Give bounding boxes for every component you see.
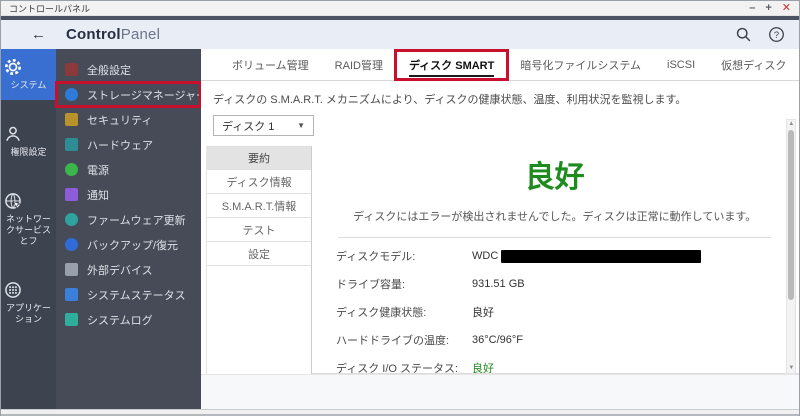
tab-encrypted-filesystem[interactable]: 暗号化ファイルシステム [507, 51, 654, 79]
panel-footer [201, 374, 800, 409]
titlebar: コントロールパネル – + ✕ [1, 1, 799, 16]
control-panel-window: コントロールパネル – + ✕ ← ControlPanel ? システム 権限… [0, 0, 800, 416]
chevron-down-icon: ▼ [297, 121, 305, 130]
main-content: ボリューム管理 RAID管理 ディスク SMART 暗号化ファイルシステム iS… [201, 48, 800, 409]
rail-item-label: 権限設定 [10, 147, 47, 157]
storage-manager-icon [65, 88, 78, 101]
health-message: ディスクにはエラーが検出されませんでした。ディスクは正常に動作しています。 [353, 211, 757, 223]
rail-item-label: アプリケーション [5, 303, 51, 324]
page-title-light: Panel [120, 26, 161, 43]
tab-iscsi[interactable]: iSCSI [654, 53, 708, 77]
submenu-item-smart-info[interactable]: S.M.A.R.T.情報 [207, 194, 311, 218]
general-settings-icon [65, 63, 78, 76]
rail-item-privilege[interactable]: 権限設定 [1, 116, 56, 167]
hardware-icon [65, 138, 78, 151]
sidebar-item-security[interactable]: セキュリティ [56, 107, 201, 132]
submenu-item-disk-info[interactable]: ディスク情報 [207, 170, 311, 194]
rail-item-applications[interactable]: アプリケーション [1, 272, 56, 334]
sidebar-item-general-settings[interactable]: 全般設定 [56, 57, 201, 82]
sidebar-item-system-status[interactable]: システムステータス [56, 282, 201, 307]
maximize-button[interactable]: + [765, 2, 771, 14]
sidebar-item-system-logs[interactable]: システムログ [56, 307, 201, 332]
smart-submenu: 要約 ディスク情報 S.M.A.R.T.情報 テスト 設定 [206, 146, 312, 374]
submenu-item-summary[interactable]: 要約 [207, 146, 311, 170]
external-device-icon [65, 263, 78, 276]
tab-virtual-disk[interactable]: 仮想ディスク [708, 51, 799, 79]
divider [338, 237, 772, 238]
vertical-scrollbar[interactable]: ▲ ▼ [786, 119, 797, 374]
svg-text:?: ? [774, 30, 779, 40]
notification-icon [65, 188, 78, 201]
system-logs-icon [65, 313, 78, 326]
row-drive-temperature: ハードドライブの温度: 36°C/96°F [336, 334, 523, 347]
tab-raid-management[interactable]: RAID管理 [322, 51, 396, 79]
page-title: ControlPanel [66, 26, 160, 43]
sidebar-item-notification[interactable]: 通知 [56, 182, 201, 207]
disk-selector-dropdown[interactable]: ディスク 1 ▼ [213, 115, 314, 136]
smart-description: ディスクの S.M.A.R.T. メカニズムにより、ディスクの健康状態、温度、利… [213, 94, 687, 106]
rail-item-label: ネットワークサービスとフ [5, 214, 51, 246]
search-icon[interactable] [735, 26, 752, 43]
network-globe-icon [3, 191, 54, 211]
user-icon [3, 124, 54, 144]
submenu-item-settings[interactable]: 設定 [207, 242, 311, 266]
sidebar-item-firmware-update[interactable]: ファームウェア更新 [56, 207, 201, 232]
sidebar-item-external-device[interactable]: 外部デバイス [56, 257, 201, 282]
app-header: ← ControlPanel ? [1, 20, 799, 49]
tab-disk-smart[interactable]: ディスク SMART [393, 48, 510, 81]
back-arrow-icon[interactable]: ← [31, 26, 46, 43]
minimize-button[interactable]: – [749, 2, 755, 14]
row-disk-io-status: ディスク I/O ステータス: 良好 [336, 363, 494, 374]
window-bottom-strip [1, 409, 799, 416]
backup-restore-icon [65, 238, 78, 251]
scroll-up-icon[interactable]: ▲ [787, 120, 795, 129]
power-icon [65, 163, 78, 176]
scrollbar-thumb[interactable] [788, 130, 795, 300]
page-title-bold: Control [66, 26, 121, 43]
row-disk-model: ディスクモデル: WDC [336, 242, 773, 270]
scroll-down-icon[interactable]: ▼ [787, 364, 795, 373]
sidebar-item-storage-manager[interactable]: ストレージマネージャー [55, 81, 207, 108]
app-grid-icon [3, 280, 54, 300]
health-status: 良好 [524, 161, 585, 194]
row-drive-capacity: ドライブ容量: 931.51 GB [336, 278, 525, 291]
sidebar: 全般設定 ストレージマネージャー セキュリティ ハードウェア 電源 通知 ファー… [55, 49, 207, 409]
submenu-item-test[interactable]: テスト [207, 218, 311, 242]
nav-rail: システム 権限設定 ネットワークサービスとフ アプリケーション [1, 49, 56, 409]
rail-item-label: システム [10, 80, 47, 90]
sidebar-item-backup-restore[interactable]: バックアップ/復元 [56, 232, 201, 257]
tab-volume-management[interactable]: ボリューム管理 [219, 51, 322, 79]
security-lock-icon [65, 113, 78, 126]
system-status-icon [65, 288, 78, 301]
summary-panel: 良好 ディスクにはエラーが検出されませんでした。ディスクは正常に動作しています。… [312, 146, 800, 374]
sidebar-item-hardware[interactable]: ハードウェア [56, 132, 201, 157]
disk-selector-value: ディスク 1 [222, 120, 275, 133]
firmware-update-icon [65, 213, 78, 226]
sidebar-item-power[interactable]: 電源 [56, 157, 201, 182]
redacted-value [501, 249, 702, 263]
rail-item-network-services[interactable]: ネットワークサービスとフ [1, 183, 56, 256]
window-title: コントロールパネル [9, 3, 91, 14]
help-icon[interactable]: ? [768, 26, 785, 43]
row-disk-health: ディスク健康状態: 良好 [336, 307, 494, 319]
tab-bar: ボリューム管理 RAID管理 ディスク SMART 暗号化ファイルシステム iS… [201, 48, 800, 81]
close-button[interactable]: ✕ [782, 2, 791, 14]
rail-item-system[interactable]: システム [1, 49, 56, 100]
gear-icon [3, 57, 54, 77]
